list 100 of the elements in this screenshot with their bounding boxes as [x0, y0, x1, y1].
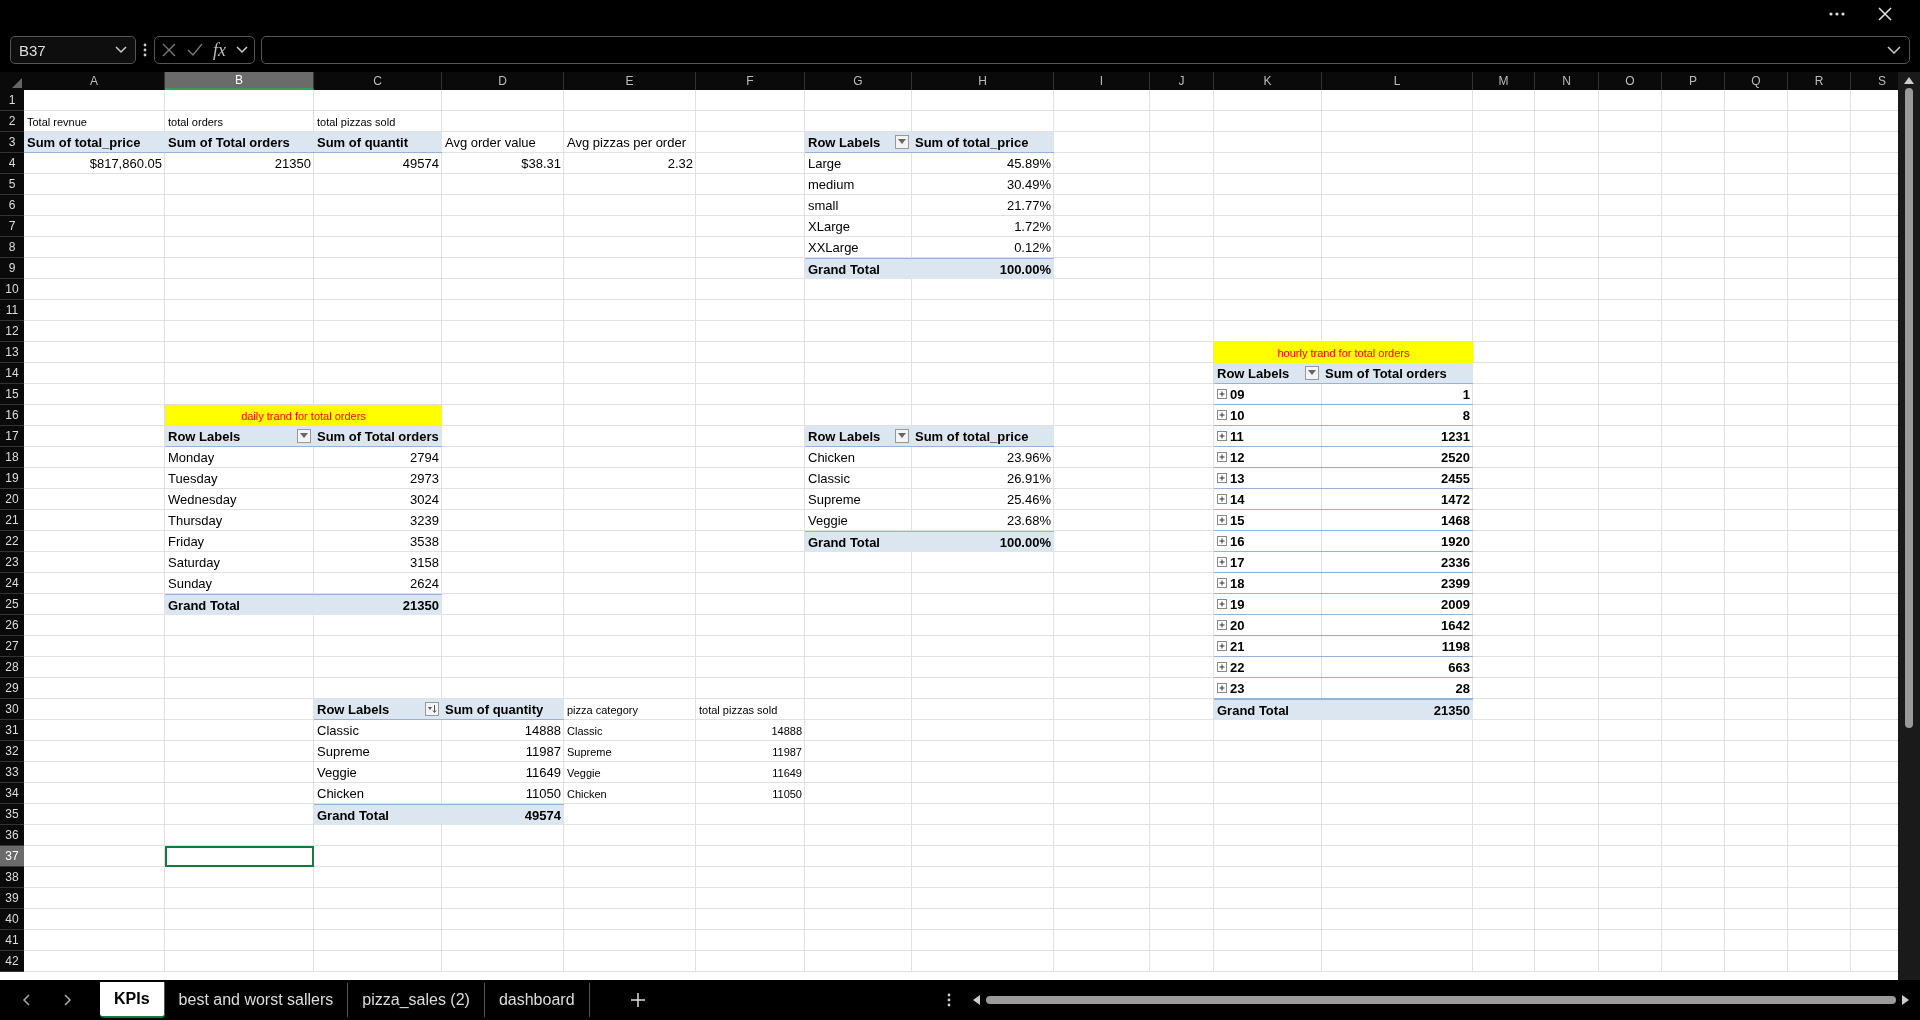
row-header[interactable]: 18: [0, 447, 24, 468]
filter-button[interactable]: [1305, 366, 1319, 380]
expand-icon[interactable]: [1217, 452, 1227, 462]
row-header[interactable]: 39: [0, 888, 24, 909]
row-header[interactable]: 21: [0, 510, 24, 531]
more-icon[interactable]: [945, 992, 952, 1008]
vertical-scrollbar[interactable]: [1898, 72, 1920, 980]
row-header[interactable]: 35: [0, 804, 24, 825]
select-all-button[interactable]: [0, 72, 24, 90]
expand-icon[interactable]: [1217, 683, 1227, 693]
chevron-icon[interactable]: [1887, 46, 1901, 54]
row-header[interactable]: 19: [0, 468, 24, 489]
chevron-icon[interactable]: [236, 46, 248, 54]
column-header[interactable]: G: [805, 72, 912, 90]
insert-function-button[interactable]: fx: [213, 39, 226, 61]
row-header[interactable]: 5: [0, 174, 24, 195]
row-header[interactable]: 15: [0, 384, 24, 405]
row-header[interactable]: 42: [0, 951, 24, 972]
row-header[interactable]: 37: [0, 846, 24, 867]
expand-icon[interactable]: [1217, 662, 1227, 672]
row-header[interactable]: 14: [0, 363, 24, 384]
row-header[interactable]: 27: [0, 636, 24, 657]
column-header[interactable]: L: [1322, 72, 1473, 90]
row-header[interactable]: 7: [0, 216, 24, 237]
row-header[interactable]: 8: [0, 237, 24, 258]
column-header[interactable]: J: [1150, 72, 1214, 90]
row-header[interactable]: 33: [0, 762, 24, 783]
name-box[interactable]: B37: [10, 36, 136, 64]
cancel-icon[interactable]: [161, 42, 177, 58]
expand-icon[interactable]: [1217, 599, 1227, 609]
expand-icon[interactable]: [1217, 389, 1227, 399]
row-header[interactable]: 4: [0, 153, 24, 174]
column-header[interactable]: S: [1851, 72, 1898, 90]
row-header[interactable]: 3: [0, 132, 24, 153]
row-header[interactable]: 26: [0, 615, 24, 636]
row-header[interactable]: 38: [0, 867, 24, 888]
sheet-tab[interactable]: KPIs: [100, 982, 165, 1018]
row-header[interactable]: 24: [0, 573, 24, 594]
row-header[interactable]: 23: [0, 552, 24, 573]
row-header[interactable]: 2: [0, 111, 24, 132]
row-header[interactable]: 1: [0, 90, 24, 111]
expand-icon[interactable]: [1217, 536, 1227, 546]
row-header[interactable]: 25: [0, 594, 24, 615]
column-header[interactable]: P: [1662, 72, 1725, 90]
column-header[interactable]: K: [1214, 72, 1322, 90]
row-header[interactable]: 30: [0, 699, 24, 720]
expand-icon[interactable]: [1217, 578, 1227, 588]
column-header[interactable]: F: [696, 72, 805, 90]
row-header[interactable]: 10: [0, 279, 24, 300]
column-header[interactable]: R: [1788, 72, 1851, 90]
row-header[interactable]: 20: [0, 489, 24, 510]
column-header[interactable]: B: [165, 72, 314, 90]
column-header[interactable]: M: [1473, 72, 1535, 90]
row-header[interactable]: 9: [0, 258, 24, 279]
column-header[interactable]: I: [1054, 72, 1150, 90]
column-header[interactable]: Q: [1725, 72, 1788, 90]
row-header[interactable]: 16: [0, 405, 24, 426]
expand-icon[interactable]: [1217, 494, 1227, 504]
row-header[interactable]: 17: [0, 426, 24, 447]
filter-button[interactable]: [895, 429, 909, 443]
row-header[interactable]: 28: [0, 657, 24, 678]
column-header[interactable]: H: [912, 72, 1054, 90]
expand-icon[interactable]: [1217, 557, 1227, 567]
expand-icon[interactable]: [1217, 620, 1227, 630]
sheet-tab[interactable]: dashboard: [484, 983, 590, 1017]
scroll-thumb[interactable]: [985, 996, 1896, 1004]
column-header[interactable]: E: [564, 72, 696, 90]
row-header[interactable]: 40: [0, 909, 24, 930]
row-header[interactable]: 22: [0, 531, 24, 552]
sheet-tab[interactable]: best and worst sallers: [164, 983, 349, 1017]
row-header[interactable]: 36: [0, 825, 24, 846]
sort-filter-button[interactable]: [425, 702, 439, 716]
column-header[interactable]: N: [1535, 72, 1599, 90]
row-header[interactable]: 41: [0, 930, 24, 951]
right-arrow-icon[interactable]: [1902, 995, 1910, 1005]
column-header[interactable]: O: [1599, 72, 1662, 90]
expand-icon[interactable]: [1217, 515, 1227, 525]
expand-icon[interactable]: [1217, 410, 1227, 420]
more-icon[interactable]: [142, 42, 148, 58]
expand-icon[interactable]: [1217, 431, 1227, 441]
row-header[interactable]: 31: [0, 720, 24, 741]
column-header[interactable]: D: [442, 72, 564, 90]
column-header[interactable]: A: [24, 72, 165, 90]
row-header[interactable]: 11: [0, 300, 24, 321]
row-header[interactable]: 32: [0, 741, 24, 762]
filter-button[interactable]: [895, 135, 909, 149]
up-arrow-icon[interactable]: [1904, 76, 1914, 84]
filter-button[interactable]: [297, 429, 311, 443]
row-header[interactable]: 29: [0, 678, 24, 699]
scroll-thumb[interactable]: [1905, 88, 1913, 728]
row-header[interactable]: 34: [0, 783, 24, 804]
row-header[interactable]: 12: [0, 321, 24, 342]
expand-icon[interactable]: [1217, 473, 1227, 483]
sheet-tab[interactable]: pizza_sales (2): [348, 983, 485, 1017]
row-header[interactable]: 6: [0, 195, 24, 216]
close-icon[interactable]: [1876, 5, 1894, 23]
check-icon[interactable]: [187, 42, 203, 58]
row-header[interactable]: 13: [0, 342, 24, 363]
left-arrow-icon[interactable]: [971, 995, 980, 1005]
add-sheet-icon[interactable]: [629, 992, 646, 1008]
